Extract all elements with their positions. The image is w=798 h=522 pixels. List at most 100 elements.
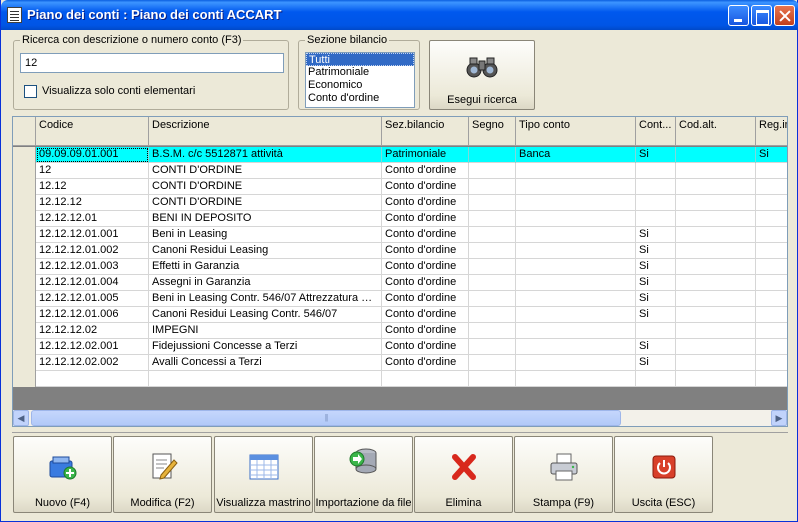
cell-descrizione[interactable]: Canoni Residui Leasing Contr. 546/07	[149, 307, 382, 323]
cell-reg-in[interactable]	[756, 195, 787, 211]
cell-reg-in[interactable]	[756, 291, 787, 307]
elementary-only-checkbox[interactable]	[24, 85, 37, 98]
cell-cont[interactable]	[636, 323, 676, 339]
cell-descrizione[interactable]: Avalli Concessi a Terzi	[149, 355, 382, 371]
cell-cont[interactable]	[636, 371, 676, 387]
cell-reg-in[interactable]	[756, 227, 787, 243]
scroll-thumb[interactable]: |||	[31, 410, 621, 426]
cell-reg-in[interactable]	[756, 355, 787, 371]
row-indicator[interactable]	[13, 355, 36, 371]
cell-sez-bilancio[interactable]: Conto d'ordine	[382, 163, 469, 179]
cell-codice[interactable]: 12.12.12.01	[36, 211, 149, 227]
cell-codice[interactable]: 12	[36, 163, 149, 179]
cell-descrizione[interactable]: Effetti in Garanzia	[149, 259, 382, 275]
cell-tipo-conto[interactable]	[516, 163, 636, 179]
cell-tipo-conto[interactable]	[516, 307, 636, 323]
cell-descrizione[interactable]: Canoni Residui Leasing	[149, 243, 382, 259]
uscita-button[interactable]: Uscita (ESC)	[614, 436, 713, 513]
search-input[interactable]	[20, 53, 284, 73]
importazione-button[interactable]: Importazione da file	[314, 436, 413, 513]
column-header-segno[interactable]: Segno	[469, 117, 516, 146]
cell-codice[interactable]	[36, 371, 149, 387]
table-row[interactable]: 12.12.12.01.003 Effetti in Garanzia Conto …	[13, 259, 787, 275]
cell-cont[interactable]: Si	[636, 291, 676, 307]
cell-descrizione[interactable]: BENI IN DEPOSITO	[149, 211, 382, 227]
cell-reg-in[interactable]	[756, 243, 787, 259]
row-indicator[interactable]	[13, 291, 36, 307]
cell-cont[interactable]	[636, 163, 676, 179]
cell-reg-in[interactable]	[756, 259, 787, 275]
row-indicator[interactable]	[13, 179, 36, 195]
cell-cod-alt[interactable]	[676, 371, 756, 387]
cell-cod-alt[interactable]	[676, 163, 756, 179]
cell-segno[interactable]	[469, 291, 516, 307]
cell-segno[interactable]	[469, 323, 516, 339]
accounts-grid[interactable]: Codice Descrizione Sez.bilancio Segno Ti…	[12, 116, 788, 427]
column-header-descrizione[interactable]: Descrizione	[149, 117, 382, 146]
cell-segno[interactable]	[469, 179, 516, 195]
horizontal-scrollbar[interactable]: ◀ ||| ▶	[13, 410, 787, 426]
cell-sez-bilancio[interactable]: Conto d'ordine	[382, 355, 469, 371]
cell-cod-alt[interactable]	[676, 227, 756, 243]
table-row[interactable]: 12.12.12.01 BENI IN DEPOSITO Conto d'ordin…	[13, 211, 787, 227]
cell-codice[interactable]: 12.12.12.01.004	[36, 275, 149, 291]
elimina-button[interactable]: Elimina	[414, 436, 513, 513]
scroll-left-arrow-icon[interactable]: ◀	[13, 410, 29, 426]
cell-descrizione[interactable]: B.S.M. c/c 5512871 attività	[149, 147, 382, 163]
cell-codice[interactable]: 12.12.12.01.002	[36, 243, 149, 259]
cell-tipo-conto[interactable]	[516, 371, 636, 387]
cell-tipo-conto[interactable]	[516, 211, 636, 227]
cell-descrizione[interactable]: Assegni in Garanzia	[149, 275, 382, 291]
cell-cod-alt[interactable]	[676, 243, 756, 259]
minimize-button[interactable]	[728, 5, 749, 26]
cell-codice[interactable]: 12.12.12.02.001	[36, 339, 149, 355]
cell-segno[interactable]	[469, 147, 516, 163]
row-indicator[interactable]	[13, 243, 36, 259]
title-bar[interactable]: Piano dei conti : Piano dei conti ACCART	[1, 0, 798, 30]
cell-tipo-conto[interactable]	[516, 179, 636, 195]
column-header-tipo-conto[interactable]: Tipo conto	[516, 117, 636, 146]
cell-sez-bilancio[interactable]: Conto d'ordine	[382, 339, 469, 355]
cell-cod-alt[interactable]	[676, 195, 756, 211]
cell-descrizione[interactable]: Beni in Leasing	[149, 227, 382, 243]
cell-tipo-conto[interactable]	[516, 339, 636, 355]
table-row[interactable]: 12.12.12.02.001 Fidejussioni Concesse a T…	[13, 339, 787, 355]
cell-cod-alt[interactable]	[676, 323, 756, 339]
table-row[interactable]: 12.12.12.02.002 Avalli Concessi a Terzi Co…	[13, 355, 787, 371]
row-indicator[interactable]	[13, 211, 36, 227]
row-indicator[interactable]	[13, 227, 36, 243]
cell-sez-bilancio[interactable]: Conto d'ordine	[382, 275, 469, 291]
column-header-reg-in[interactable]: Reg.in	[756, 117, 787, 146]
cell-sez-bilancio[interactable]: Patrimoniale	[382, 147, 469, 163]
cell-segno[interactable]	[469, 275, 516, 291]
cell-cod-alt[interactable]	[676, 259, 756, 275]
table-row[interactable]: 12.12.12.01.002 Canoni Residui Leasing Con…	[13, 243, 787, 259]
table-row[interactable]: 12.12.12.01.006 Canoni Residui Leasing Co…	[13, 307, 787, 323]
cell-sez-bilancio[interactable]: Conto d'ordine	[382, 307, 469, 323]
cell-sez-bilancio[interactable]: Conto d'ordine	[382, 195, 469, 211]
cell-tipo-conto[interactable]	[516, 355, 636, 371]
row-indicator[interactable]	[13, 259, 36, 275]
row-indicator[interactable]	[13, 275, 36, 291]
cell-segno[interactable]	[469, 243, 516, 259]
cell-cont[interactable]: Si	[636, 243, 676, 259]
table-row[interactable]: 09.09.09.01.001 B.S.M. c/c 5512871 attivi…	[13, 147, 787, 163]
maximize-button[interactable]	[751, 5, 772, 26]
cell-tipo-conto[interactable]: Banca	[516, 147, 636, 163]
cell-reg-in[interactable]	[756, 211, 787, 227]
cell-tipo-conto[interactable]	[516, 259, 636, 275]
cell-codice[interactable]: 12.12.12.01.006	[36, 307, 149, 323]
cell-cont[interactable]	[636, 179, 676, 195]
cell-reg-in[interactable]: Si	[756, 147, 787, 163]
cell-descrizione[interactable]: Fidejussioni Concesse a Terzi	[149, 339, 382, 355]
cell-sez-bilancio[interactable]: Conto d'ordine	[382, 323, 469, 339]
sezione-option[interactable]: Economico	[306, 79, 414, 92]
cell-cod-alt[interactable]	[676, 147, 756, 163]
column-header-codice[interactable]: Codice	[36, 117, 149, 146]
cell-sez-bilancio[interactable]: Conto d'ordine	[382, 211, 469, 227]
cell-segno[interactable]	[469, 227, 516, 243]
cell-cod-alt[interactable]	[676, 179, 756, 195]
visualizza-mastrino-button[interactable]: Visualizza mastrino	[214, 436, 313, 513]
table-row[interactable]: 12 CONTI D'ORDINE Conto d'ordine	[13, 163, 787, 179]
cell-segno[interactable]	[469, 371, 516, 387]
